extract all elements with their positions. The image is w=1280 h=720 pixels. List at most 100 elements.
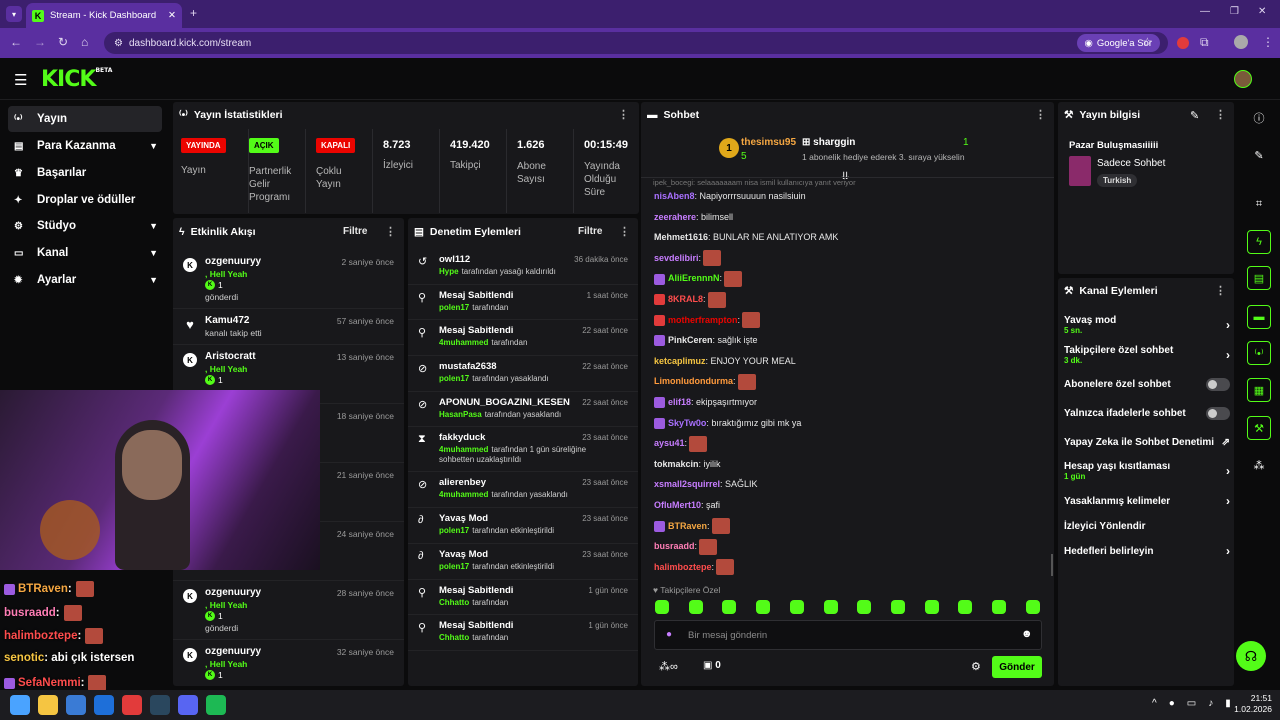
emote-10-icon[interactable] — [992, 600, 1007, 614]
chat-message[interactable]: AliiErennnN: — [654, 268, 1044, 289]
channel-menu-icon[interactable]: ⋮ — [1215, 284, 1226, 297]
chevron-right-icon[interactable]: › — [1226, 544, 1230, 558]
chat-username[interactable]: Limonludondurma — [654, 376, 733, 386]
chat-username[interactable]: aysu41 — [654, 438, 685, 448]
chat-message[interactable]: busraadd: — [654, 536, 1044, 557]
discord-icon[interactable] — [178, 695, 198, 715]
chat-username[interactable]: ketcaplimuz — [654, 356, 706, 366]
chat-message[interactable]: xsmall2squirrel: SAĞLIK — [654, 474, 1044, 495]
bookmark-star-icon[interactable]: ☆ — [1142, 35, 1153, 49]
site-info-icon[interactable]: ⚙ — [114, 38, 123, 49]
tab-list-icon[interactable]: ▾ — [6, 6, 22, 22]
emote-0-icon[interactable] — [655, 600, 669, 614]
tray-up-icon[interactable]: ^ — [1152, 698, 1157, 709]
chat-username[interactable]: BTRaven — [668, 521, 707, 531]
browser-tab[interactable]: K Stream - Kick Dashboard ✕ — [26, 3, 182, 28]
store-icon[interactable] — [66, 695, 86, 715]
channel-action-row[interactable]: Yavaş mod 5 sn. › — [1064, 314, 1230, 336]
profile-avatar[interactable] — [1234, 35, 1248, 49]
chat-message[interactable]: Limonludondurma: — [654, 371, 1044, 392]
chat-message[interactable]: Mehmet1616: BUNLAR NE ANLATIYOR AMK — [654, 227, 1044, 248]
chat-username[interactable]: SkyTw0o — [668, 418, 706, 428]
external-link-icon[interactable]: ⇗ — [1222, 437, 1230, 448]
chrome-icon[interactable] — [122, 695, 142, 715]
points-box[interactable]: ▣ 0 — [703, 660, 721, 671]
outlook-icon[interactable] — [94, 695, 114, 715]
moderation-menu-icon[interactable]: ⋮ — [619, 225, 630, 238]
category-thumbnail[interactable] — [1069, 156, 1091, 186]
network-icon[interactable]: ▭ — [1187, 698, 1196, 709]
rail-chat-icon[interactable]: ▬ — [1247, 305, 1271, 329]
moderation-row[interactable]: ⧗ fakkyduck 23 saat önce 4muhammed tarafında… — [408, 427, 638, 473]
emote-9-icon[interactable] — [958, 600, 973, 614]
chevron-right-icon[interactable]: › — [1226, 348, 1230, 362]
send-button[interactable]: Gönder — [992, 656, 1042, 678]
chat-username[interactable]: 8KRAL8 — [668, 294, 703, 304]
chat-username[interactable]: motherframpton — [668, 315, 738, 325]
channel-action-row[interactable]: Yalnızca ifadelerle sohbet — [1064, 406, 1230, 420]
channel-points-icon[interactable]: ⁂∞ — [659, 660, 678, 673]
emote-11-icon[interactable] — [1025, 600, 1040, 614]
chat-username[interactable]: PinkCeren — [668, 335, 713, 345]
mic-tray-icon[interactable]: ● — [1169, 698, 1175, 709]
moderation-row[interactable]: ⊘ mustafa2638 22 saat önce polen17 tarafında… — [408, 356, 638, 392]
chat-message[interactable]: OfluMert10: şafi — [654, 495, 1044, 516]
moderation-row[interactable]: ⚲ Mesaj Sabitlendi 1 gün önce Chhatto tarafı… — [408, 580, 638, 616]
chevron-right-icon[interactable]: › — [1226, 318, 1230, 332]
maximize-icon[interactable]: ❐ — [1230, 6, 1239, 17]
moderation-row[interactable]: ⊘ alierenbey 23 saat önce 4muhammed tarafınd… — [408, 472, 638, 509]
rail-pencil-icon[interactable]: ✎ — [1247, 143, 1271, 167]
nav-item-2[interactable]: ♛ Başarılar — [8, 160, 162, 186]
channel-action-row[interactable]: Hedefleri belirleyin › — [1064, 544, 1230, 558]
stream-info-menu-icon[interactable]: ⋮ — [1215, 108, 1226, 121]
minimize-icon[interactable]: — — [1200, 6, 1210, 17]
kick-logo[interactable]: KICKBETA — [41, 67, 112, 92]
emote-4-icon[interactable] — [789, 600, 804, 614]
browser-menu-icon[interactable]: ⋮ — [1262, 35, 1274, 49]
clock[interactable]: 21:51 1.02.2026 — [1232, 693, 1272, 715]
rail-info-icon[interactable]: ⓘ — [1247, 106, 1271, 130]
activity-row[interactable]: Kozgenuuryy 28 saniye önce, Hell Yeah K 1 gö… — [173, 581, 404, 640]
emote-6-icon[interactable] — [857, 600, 872, 614]
pinned-user[interactable]: ⊞ sharggin — [802, 137, 855, 148]
rail-document-icon[interactable]: ▤ — [1247, 266, 1271, 290]
toggle-switch[interactable] — [1206, 377, 1230, 391]
nav-item-6[interactable]: ✹ Ayarlar ▼ — [8, 267, 162, 293]
chat-message[interactable]: elif18: ekipşaşırtmıyor — [654, 392, 1044, 413]
chat-message[interactable]: ketcaplimuz: ENJOY YOUR MEAL — [654, 351, 1044, 372]
rail-layout-icon[interactable]: ▦ — [1247, 378, 1271, 402]
chat-username[interactable]: halimboztepe — [654, 562, 712, 572]
rail-bolt-icon[interactable]: ϟ — [1247, 230, 1271, 254]
chat-username[interactable]: Mehmet1616 — [654, 232, 708, 242]
chat-username[interactable]: AliiErennnN — [668, 273, 720, 283]
moderation-row[interactable]: ⊘ APONUN_BOGAZINI_KESEN 22 saat önce HasanP… — [408, 392, 638, 428]
chat-username[interactable]: OfluMert10 — [654, 500, 701, 510]
activity-row[interactable]: Kozgenuuryy 2 saniye önce, Hell Yeah K 1 gön… — [173, 250, 404, 309]
chat-message[interactable]: SkyTw0o: bıraktığımız gibi mk ya — [654, 413, 1044, 434]
hamburger-menu-icon[interactable]: ☰ — [14, 71, 27, 89]
activity-filter-button[interactable]: Filtre — [343, 226, 367, 237]
chat-message[interactable]: aysu41: — [654, 433, 1044, 454]
rail-live-icon[interactable]: ⁽•⁾ — [1247, 341, 1271, 365]
moderation-filter-button[interactable]: Filtre — [578, 226, 602, 237]
nav-item-5[interactable]: ▭ Kanal ▼ — [8, 240, 162, 266]
emote-8-icon[interactable] — [924, 600, 939, 614]
chat-message[interactable]: zeerahere: bilimsell — [654, 207, 1044, 228]
nav-item-4[interactable]: ⚙ Stüdyo ▼ — [8, 213, 162, 239]
forward-icon[interactable]: → — [34, 35, 46, 49]
extension-icon[interactable] — [1177, 37, 1189, 49]
chevron-down-icon[interactable]: ▼ — [149, 141, 158, 151]
spotify-icon[interactable] — [206, 695, 226, 715]
moderation-row[interactable]: ⚲ Mesaj Sabitlendi 22 saat önce 4muhammed ta… — [408, 320, 638, 357]
channel-action-row[interactable]: Hesap yaşı kısıtlaması 1 gün › — [1064, 460, 1230, 482]
chat-username[interactable]: elif18 — [668, 397, 691, 407]
emote-2-icon[interactable] — [722, 600, 737, 614]
chat-message[interactable]: BTRaven: — [654, 516, 1044, 537]
moderation-row[interactable]: ⚲ Mesaj Sabitlendi 1 gün önce Chhatto tarafı… — [408, 615, 638, 651]
chat-message[interactable]: sevdelibiri: — [654, 248, 1044, 269]
rail-users-icon[interactable]: ⁂ — [1247, 453, 1271, 477]
new-tab-icon[interactable]: + — [190, 6, 197, 20]
back-icon[interactable]: ← — [10, 35, 22, 49]
url-field[interactable]: ⚙ dashboard.kick.com/stream ◉ Google'a So… — [104, 32, 1168, 54]
emote-1-icon[interactable] — [688, 600, 703, 614]
